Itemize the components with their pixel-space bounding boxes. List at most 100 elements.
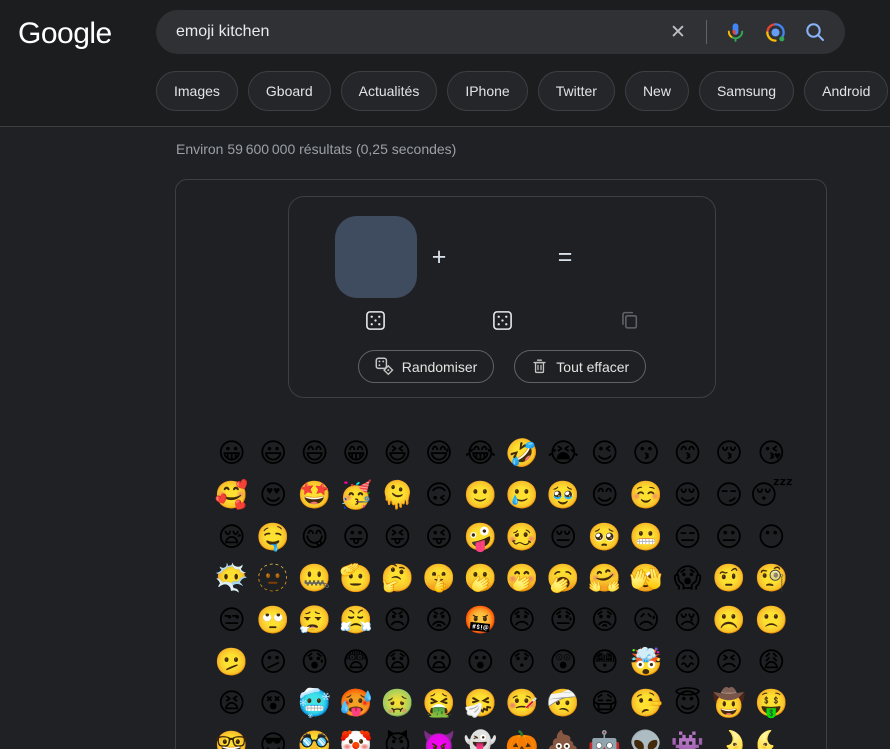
emoji-cell[interactable]: 🥶 — [294, 683, 335, 725]
emoji-cell[interactable]: 😶 — [750, 516, 793, 558]
emoji-cell[interactable]: 😂 — [460, 433, 501, 475]
emoji-cell[interactable]: 🥸 — [294, 725, 335, 749]
emoji-cell[interactable]: 👽 — [625, 725, 666, 749]
emoji-cell[interactable]: 👾 — [667, 725, 708, 749]
emoji-cell[interactable]: 🤕 — [543, 683, 584, 725]
emoji-cell[interactable]: 😵 — [252, 683, 293, 725]
emoji-cell[interactable]: 😘 — [750, 433, 793, 475]
emoji-cell[interactable]: 🫤 — [211, 641, 252, 683]
emoji-cell[interactable]: 🥱 — [543, 558, 584, 600]
emoji-cell[interactable]: 🫢 — [460, 558, 501, 600]
emoji-cell[interactable]: 🤒 — [501, 683, 542, 725]
emoji-cell[interactable]: 😠 — [377, 600, 418, 642]
emoji-cell[interactable]: 😰 — [294, 641, 335, 683]
emoji-cell[interactable]: 😥 — [625, 600, 666, 642]
emoji-cell[interactable]: 👻 — [460, 725, 501, 749]
emoji-cell[interactable]: 😍 — [252, 475, 293, 517]
randomize-slot2-button[interactable] — [490, 308, 514, 332]
search-input[interactable] — [156, 10, 660, 54]
emoji-cell[interactable]: 😶‍🌫️ — [211, 558, 252, 600]
emoji-cell[interactable]: 🤪 — [460, 516, 501, 558]
emoji-cell[interactable]: 🤮 — [418, 683, 459, 725]
emoji-cell[interactable]: 😯 — [501, 641, 542, 683]
emoji-cell[interactable]: 😓 — [543, 600, 584, 642]
search-filter-chip[interactable]: Actualités — [341, 71, 438, 111]
emoji-cell[interactable]: 😏 — [708, 475, 749, 517]
emoji-cell[interactable]: 🤥 — [625, 683, 666, 725]
emoji-cell[interactable]: 😊 — [584, 475, 625, 517]
emoji-cell[interactable]: 😐 — [708, 516, 749, 558]
emoji-cell[interactable]: ☹️ — [708, 600, 749, 642]
search-filter-chip[interactable]: Gboard — [248, 71, 331, 111]
emoji-cell[interactable]: 😙 — [667, 433, 708, 475]
emoji-cell[interactable]: 🫡 — [335, 558, 376, 600]
emoji-cell[interactable]: 😲 — [543, 641, 584, 683]
emoji-cell[interactable]: 😩 — [750, 641, 793, 683]
emoji-cell[interactable]: 🥲 — [501, 475, 542, 517]
randomize-all-button[interactable]: Randomiser — [358, 350, 494, 383]
emoji-cell[interactable]: 😬 — [625, 516, 666, 558]
emoji-cell[interactable]: 😄 — [294, 433, 335, 475]
emoji-cell[interactable]: 🤢 — [377, 683, 418, 725]
emoji-cell[interactable]: 😑 — [667, 516, 708, 558]
emoji-cell[interactable]: 🙂 — [460, 475, 501, 517]
emoji-cell[interactable]: 🤣 — [501, 433, 542, 475]
emoji-cell[interactable]: 🎃 — [501, 725, 542, 749]
emoji-cell[interactable]: 😨 — [335, 641, 376, 683]
emoji-cell[interactable]: 🤓 — [211, 725, 252, 749]
emoji-cell[interactable]: 😢 — [667, 600, 708, 642]
clear-all-button[interactable]: Tout effacer — [514, 350, 646, 383]
emoji-cell[interactable]: 🥰 — [211, 475, 252, 517]
emoji-cell[interactable]: 😱 — [667, 558, 708, 600]
voice-search-button[interactable] — [717, 14, 753, 50]
emoji-cell[interactable]: 😃 — [252, 433, 293, 475]
emoji-cell[interactable]: 😤 — [335, 600, 376, 642]
emoji-cell[interactable]: 😌 — [667, 475, 708, 517]
emoji-cell[interactable]: 😳 — [584, 641, 625, 683]
emoji-cell[interactable]: 👿 — [418, 725, 459, 749]
emoji-cell[interactable]: 🤫 — [418, 558, 459, 600]
randomize-slot1-button[interactable] — [363, 308, 387, 332]
emoji-cell[interactable]: 😈 — [377, 725, 418, 749]
emoji-cell[interactable]: 🤔 — [377, 558, 418, 600]
search-filter-chip[interactable]: Twitter — [538, 71, 615, 111]
search-submit-button[interactable] — [797, 14, 833, 50]
emoji-cell[interactable]: 😀 — [211, 433, 252, 475]
emoji-cell[interactable]: 😔 — [543, 516, 584, 558]
emoji-cell[interactable]: 😁 — [335, 433, 376, 475]
search-filter-chip[interactable]: Images — [156, 71, 238, 111]
emoji-cell[interactable]: 😚 — [708, 433, 749, 475]
emoji-cell[interactable]: 🙄 — [252, 600, 293, 642]
emoji-cell[interactable]: 😛 — [335, 516, 376, 558]
emoji-cell[interactable]: 😅 — [418, 433, 459, 475]
emoji-cell[interactable]: 🤭 — [501, 558, 542, 600]
emoji-cell[interactable]: 😋 — [294, 516, 335, 558]
emoji-cell[interactable]: 😡 — [418, 600, 459, 642]
emoji-cell[interactable]: 🌛 — [708, 725, 749, 749]
emoji-cell[interactable]: 😝 — [377, 516, 418, 558]
emoji-cell[interactable]: 🫥 — [252, 558, 293, 600]
clear-search-button[interactable]: ✕ — [660, 14, 696, 50]
emoji-cell[interactable]: 🫠 — [377, 475, 418, 517]
emoji-cell[interactable]: 🥵 — [335, 683, 376, 725]
emoji-cell[interactable]: 😉 — [584, 433, 625, 475]
search-filter-chip[interactable]: New — [625, 71, 689, 111]
emoji-cell[interactable]: 😪 — [211, 516, 252, 558]
search-filter-chip[interactable]: Samsung — [699, 71, 794, 111]
emoji-cell[interactable]: 😦 — [418, 641, 459, 683]
emoji-cell[interactable]: 😫 — [211, 683, 252, 725]
emoji-cell[interactable]: 🤨 — [708, 558, 749, 600]
emoji-cell[interactable]: 😧 — [377, 641, 418, 683]
emoji-cell[interactable]: 🤠 — [708, 683, 749, 725]
emoji-slot-1[interactable] — [335, 216, 417, 298]
search-filter-chip[interactable]: Android — [804, 71, 888, 111]
emoji-cell[interactable]: 😕 — [252, 641, 293, 683]
emoji-cell[interactable]: 🌜 — [750, 725, 793, 749]
emoji-cell[interactable]: 😷 — [584, 683, 625, 725]
emoji-cell[interactable]: 🙁 — [750, 600, 793, 642]
emoji-cell[interactable]: 🤬 — [460, 600, 501, 642]
emoji-cell[interactable]: 🤩 — [294, 475, 335, 517]
emoji-cell[interactable]: 🤗 — [584, 558, 625, 600]
emoji-cell[interactable]: 🥹 — [543, 475, 584, 517]
emoji-cell[interactable]: 😴 — [750, 475, 793, 517]
